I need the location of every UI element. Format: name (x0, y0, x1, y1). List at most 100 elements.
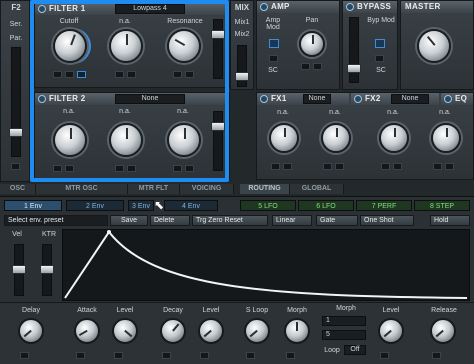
bypass-fader[interactable] (347, 17, 361, 83)
pan-knob[interactable] (299, 31, 325, 57)
attack-mod-slot[interactable] (76, 352, 85, 359)
tab-mtr-flt[interactable]: MTR FLT (128, 184, 180, 194)
tab-step-8[interactable]: 8 STEP (414, 200, 470, 211)
bypass-power-toggle[interactable] (346, 3, 354, 11)
linear-toggle[interactable]: Linear (272, 215, 312, 226)
ktr-fader[interactable] (40, 244, 54, 296)
envelope-display[interactable] (62, 229, 470, 301)
par-label: Par. (9, 35, 23, 42)
amp-panel: AMP Amp Mod Pan SC (256, 0, 340, 90)
ser-par-fader[interactable] (9, 47, 23, 157)
tab-global[interactable]: GLOBAL (290, 184, 344, 194)
fx-mod-4a[interactable] (433, 163, 442, 170)
bypass-sc-label: SC (376, 67, 386, 74)
delay-label: Delay (22, 307, 40, 314)
master-volume-knob[interactable] (417, 29, 451, 63)
pan-mod-slot-b[interactable] (313, 63, 322, 70)
sustain-level-mod-slot[interactable] (380, 352, 389, 359)
save-button[interactable]: Save (110, 215, 148, 226)
morph-title: Morph (336, 305, 356, 312)
delete-button[interactable]: Delete (150, 215, 190, 226)
tab-lfo-5[interactable]: 5 LFO (240, 200, 296, 211)
fx-na-label-1: n.a. (277, 109, 289, 116)
pan-label: Pan (305, 17, 319, 24)
trg-zero-reset-toggle[interactable]: Trg Zero Reset (192, 215, 268, 226)
fx-mod-3a[interactable] (381, 163, 390, 170)
sustain-level-knob[interactable] (378, 318, 404, 344)
amp-mod-slot-2[interactable] (269, 55, 278, 62)
ktr-fader-cap[interactable] (40, 265, 54, 274)
mix-fader[interactable] (235, 45, 249, 87)
hold-toggle[interactable]: Hold (430, 215, 470, 226)
decay-level-mod-slot[interactable] (200, 352, 209, 359)
fx1-title: FX1 (271, 94, 287, 103)
decay-level-knob[interactable] (198, 318, 224, 344)
byp-mod-slot-2[interactable] (375, 55, 384, 62)
tab-voicing[interactable]: VOICING (180, 184, 234, 194)
tab-env-4[interactable]: 4 Env (164, 200, 218, 211)
release-mod-slot[interactable] (432, 352, 441, 359)
s-loop-mod-slot[interactable] (246, 352, 255, 359)
tab-env-1[interactable]: 1 Env (4, 200, 62, 211)
bypass-panel: BYPASS Byp Mod SC (342, 0, 398, 90)
fx1-type-select[interactable]: None (303, 94, 331, 104)
synth-window: F2 Ser. Par. FILTER 1 Lowpass 4 Cutoff n… (0, 0, 474, 364)
morph-knob-label: Morph (287, 307, 307, 314)
decay-knob[interactable] (160, 318, 186, 344)
mix2-label: Mix2 (234, 31, 250, 38)
fx-mod-3b[interactable] (393, 163, 402, 170)
bypass-fader-cap[interactable] (347, 64, 361, 73)
fx-knob-1[interactable] (269, 123, 299, 153)
morph-knob[interactable] (284, 318, 310, 344)
morph-select-1[interactable]: 1 (322, 316, 366, 326)
fx2-type-select[interactable]: None (391, 94, 429, 104)
fx-knob-3[interactable] (379, 123, 409, 153)
vel-label: Vel (12, 231, 22, 238)
fx-mod-2b[interactable] (335, 163, 344, 170)
vel-fader-cap[interactable] (12, 265, 26, 274)
eq-power-toggle[interactable] (444, 95, 452, 103)
fx-mod-2a[interactable] (323, 163, 332, 170)
attack-level-mod-slot[interactable] (114, 352, 123, 359)
tab-env-3[interactable]: 3 Env (128, 200, 154, 211)
vel-fader[interactable] (12, 244, 26, 296)
tab-lfo-6[interactable]: 6 LFO (298, 200, 354, 211)
tab-routing[interactable]: ROUTING (240, 184, 290, 194)
fx-knob-2[interactable] (321, 123, 351, 153)
ser-par-fader-cap[interactable] (9, 128, 23, 137)
delay-mod-slot[interactable] (20, 352, 29, 359)
morph-mod-slot[interactable] (286, 352, 295, 359)
gate-toggle[interactable]: Gate (316, 215, 358, 226)
attack-level-knob[interactable] (112, 318, 138, 344)
fx-na-label-3: n.a. (387, 109, 399, 116)
tab-mtr-osc[interactable]: MTR OSC (36, 184, 128, 194)
morph-select-2[interactable]: 5 (322, 330, 366, 340)
fx-mod-1b[interactable] (283, 163, 292, 170)
env-preset-select[interactable]: Select env. preset (4, 215, 108, 226)
attack-knob[interactable] (74, 318, 100, 344)
fx2-power-toggle[interactable] (354, 95, 362, 103)
tab-env-2[interactable]: 2 Env (66, 200, 124, 211)
pan-mod-slot-a[interactable] (301, 63, 310, 70)
fx-mod-1a[interactable] (271, 163, 280, 170)
delay-knob[interactable] (18, 318, 44, 344)
amp-power-toggle[interactable] (260, 3, 268, 11)
fx1-power-toggle[interactable] (260, 95, 268, 103)
loop-select[interactable]: Off (344, 345, 366, 355)
fx-knob-4[interactable] (431, 123, 461, 153)
one-shot-toggle[interactable]: One Shot (360, 215, 414, 226)
ser-par-mod-slot[interactable] (11, 163, 20, 170)
tab-osc[interactable]: OSC (0, 184, 36, 194)
release-knob[interactable] (430, 318, 456, 344)
s-loop-knob[interactable] (244, 318, 270, 344)
byp-mod-slot[interactable] (375, 39, 385, 48)
mix-title: MIX (234, 3, 250, 12)
fx-mod-4b[interactable] (445, 163, 454, 170)
fx-na-label-4: n.a. (439, 109, 451, 116)
mouse-cursor-icon: ⬉ (154, 198, 165, 212)
amp-mod-slot[interactable] (269, 39, 279, 48)
decay-mod-slot[interactable] (162, 352, 171, 359)
tab-perf-7[interactable]: 7 PERF (356, 200, 412, 211)
fx-panel: FX1 None FX2 None EQ n.a. n.a. n.a. n.a. (256, 92, 474, 180)
mix-fader-cap[interactable] (235, 72, 249, 81)
